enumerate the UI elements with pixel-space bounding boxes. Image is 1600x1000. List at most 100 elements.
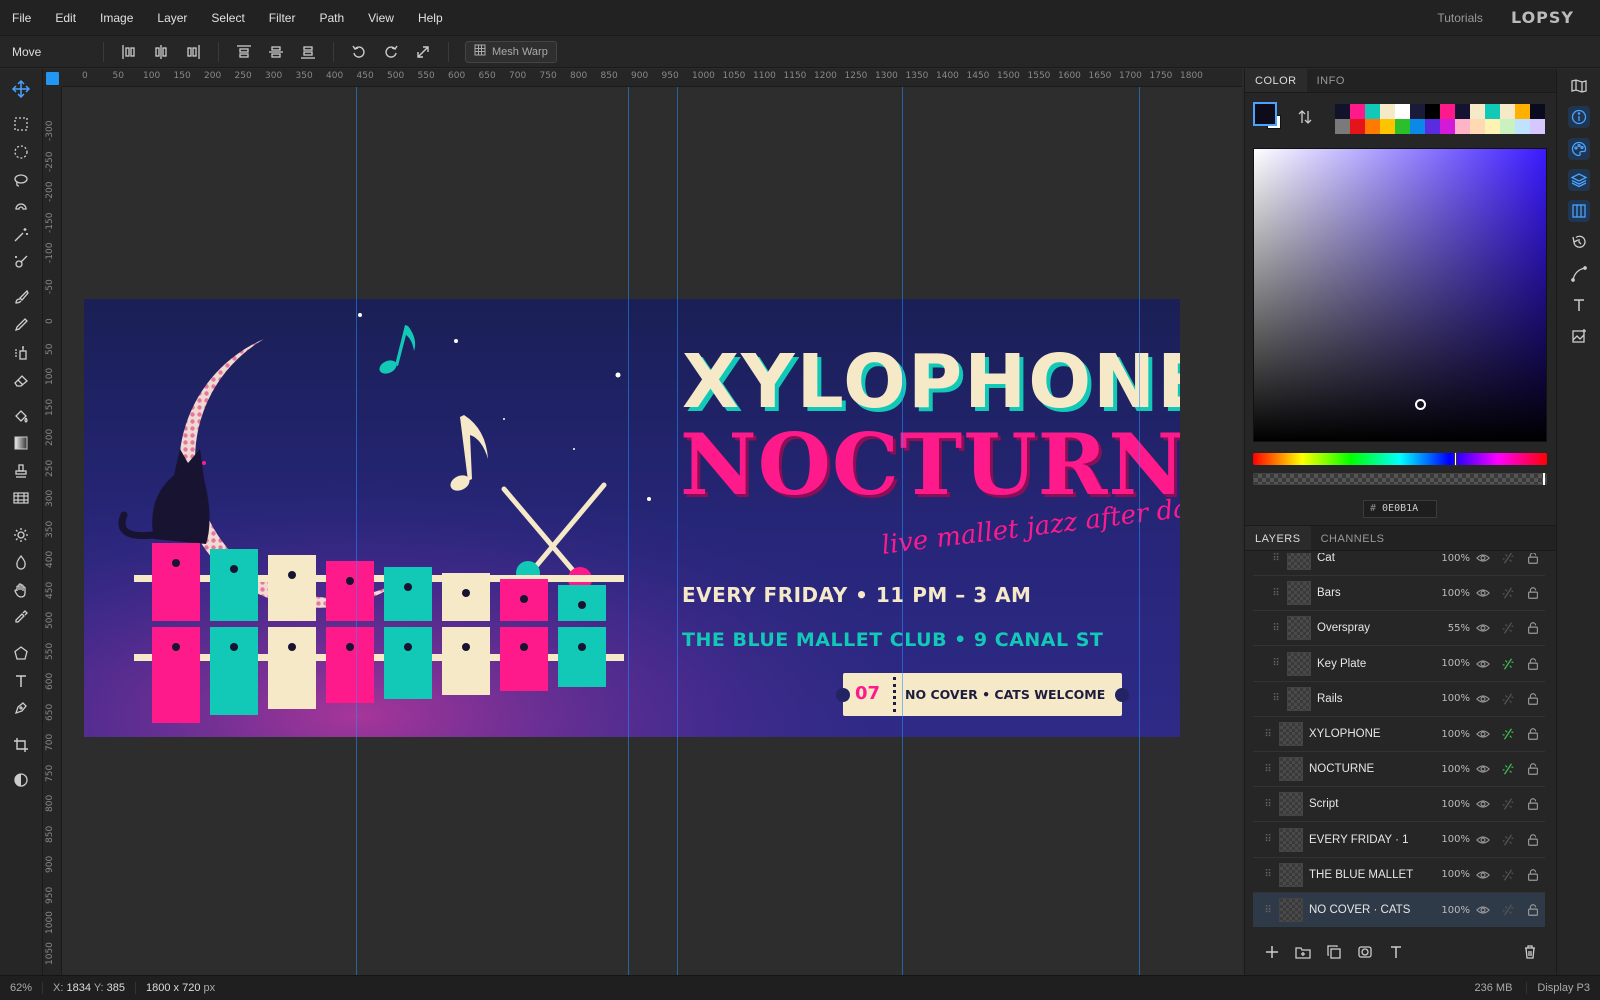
layer-row[interactable]: ⠿ EVERY FRIDAY · 1 100% (1253, 823, 1545, 858)
swap-colors-icon[interactable] (1297, 109, 1313, 128)
ruler-left[interactable]: -300 -250 -200 -150 -100 -50 0 50 100 150 200 250 30… (43, 87, 62, 975)
drag-handle-icon[interactable]: ⠿ (1271, 693, 1281, 704)
lock-icon[interactable] (1520, 797, 1545, 811)
visibility-eye-icon[interactable] (1470, 868, 1495, 882)
color-swatch[interactable] (1470, 104, 1485, 119)
visibility-eye-icon[interactable] (1470, 727, 1495, 741)
color-swatch[interactable] (1455, 104, 1470, 119)
info-icon[interactable] (1568, 106, 1590, 128)
blur-icon[interactable] (10, 551, 32, 573)
type-icon[interactable] (1568, 294, 1590, 316)
layer-row[interactable]: ⠿ XYLOPHONE 100% (1253, 717, 1545, 752)
drag-handle-icon[interactable]: ⠿ (1271, 588, 1281, 599)
quick-select-icon[interactable] (10, 251, 32, 273)
menu-view[interactable]: View (356, 11, 406, 25)
lasso-icon[interactable] (10, 169, 32, 191)
layer-effects-icon[interactable] (1495, 762, 1520, 776)
pen-icon[interactable] (10, 697, 32, 719)
rotate-left-icon[interactable] (350, 43, 368, 61)
pattern-icon[interactable] (10, 487, 32, 509)
eyedropper-icon[interactable] (10, 606, 32, 628)
magic-wand-icon[interactable] (10, 224, 32, 246)
color-swatch[interactable] (1335, 104, 1350, 119)
color-swatch[interactable] (1470, 119, 1485, 134)
hex-input[interactable]: #0E0B1A (1363, 500, 1437, 518)
guide-line[interactable] (1139, 87, 1140, 975)
guide-line[interactable] (677, 87, 678, 975)
layer-row[interactable]: ⠿ NO COVER · CATS 100% (1253, 893, 1545, 927)
color-picker-handle[interactable] (1415, 399, 1426, 410)
color-swatch[interactable] (1335, 119, 1350, 134)
menu-filter[interactable]: Filter (257, 11, 308, 25)
hand-icon[interactable] (10, 579, 32, 601)
saturation-value-picker[interactable] (1253, 148, 1547, 442)
alpha-slider-handle[interactable] (1543, 473, 1545, 485)
hue-slider-handle[interactable] (1454, 452, 1457, 466)
color-swatch[interactable] (1395, 119, 1410, 134)
tab-info[interactable]: INFO (1307, 69, 1355, 92)
menu-select[interactable]: Select (199, 11, 256, 25)
new-group-icon[interactable] (1294, 943, 1312, 961)
lock-icon[interactable] (1520, 762, 1545, 776)
add-layer-icon[interactable] (1263, 943, 1281, 961)
layer-row[interactable]: ⠿ Overspray 55% (1253, 611, 1545, 647)
drag-handle-icon[interactable]: ⠿ (1263, 834, 1273, 845)
layer-name[interactable]: NO COVER · CATS (1309, 904, 1434, 916)
text-tool-icon[interactable] (10, 670, 32, 692)
color-swatch[interactable] (1380, 119, 1395, 134)
pencil-icon[interactable] (10, 314, 32, 336)
tutorials-link[interactable]: Tutorials (1437, 11, 1483, 25)
drag-handle-icon[interactable]: ⠿ (1263, 869, 1273, 880)
palette-icon[interactable] (1568, 138, 1590, 160)
ruler-origin-icon[interactable] (46, 72, 59, 85)
lock-icon[interactable] (1520, 692, 1545, 706)
color-swatch[interactable] (1485, 104, 1500, 119)
color-swatch[interactable] (1500, 119, 1515, 134)
map-icon[interactable] (1568, 75, 1590, 97)
canvas-area[interactable]: XYLOPHONE NOCTURNE live mallet jazz afte… (62, 87, 1242, 975)
layer-row[interactable]: ⠿ NOCTURNE 100% (1253, 752, 1545, 788)
align-center-h-icon[interactable] (152, 43, 170, 61)
drag-handle-icon[interactable]: ⠿ (1263, 729, 1273, 740)
duplicate-layer-icon[interactable] (1325, 943, 1343, 961)
drag-handle-icon[interactable]: ⠿ (1263, 799, 1273, 810)
layer-name[interactable]: Overspray (1317, 622, 1434, 634)
guide-line[interactable] (356, 87, 357, 975)
text-layer-icon[interactable] (1387, 943, 1405, 961)
layer-effects-icon[interactable] (1495, 727, 1520, 741)
lock-icon[interactable] (1520, 868, 1545, 882)
marquee-ellipse-icon[interactable] (10, 141, 32, 163)
magnetic-lasso-icon[interactable] (10, 197, 32, 219)
contrast-icon[interactable] (10, 769, 32, 791)
align-right-icon[interactable] (184, 43, 202, 61)
menu-layer[interactable]: Layer (145, 11, 199, 25)
layer-effects-icon[interactable] (1495, 903, 1520, 917)
align-top-icon[interactable] (235, 43, 253, 61)
color-swatch[interactable] (1440, 119, 1455, 134)
marquee-rect-icon[interactable] (10, 113, 32, 135)
gradient-icon[interactable] (10, 432, 32, 454)
menu-help[interactable]: Help (406, 11, 455, 25)
path-icon[interactable] (1568, 263, 1590, 285)
brush-icon[interactable] (10, 286, 32, 308)
lock-icon[interactable] (1520, 657, 1545, 671)
alpha-slider[interactable] (1253, 473, 1547, 485)
color-swatch[interactable] (1380, 104, 1395, 119)
columns-icon[interactable] (1568, 200, 1590, 222)
layers-icon[interactable] (1568, 169, 1590, 191)
layer-name[interactable]: XYLOPHONE (1309, 728, 1434, 740)
foreground-color-swatch[interactable] (1253, 102, 1277, 126)
color-swatch[interactable] (1365, 104, 1380, 119)
lock-icon[interactable] (1520, 833, 1545, 847)
visibility-eye-icon[interactable] (1470, 692, 1495, 706)
layer-row[interactable]: ⠿ Cat 100% (1253, 553, 1545, 576)
visibility-eye-icon[interactable] (1470, 586, 1495, 600)
visibility-eye-icon[interactable] (1470, 762, 1495, 776)
align-middle-v-icon[interactable] (267, 43, 285, 61)
expand-icon[interactable] (414, 43, 432, 61)
rotate-right-icon[interactable] (382, 43, 400, 61)
layer-name[interactable]: Key Plate (1317, 658, 1434, 670)
move-tool-icon[interactable] (10, 78, 32, 100)
menu-path[interactable]: Path (307, 11, 356, 25)
color-swatch[interactable] (1530, 119, 1545, 134)
